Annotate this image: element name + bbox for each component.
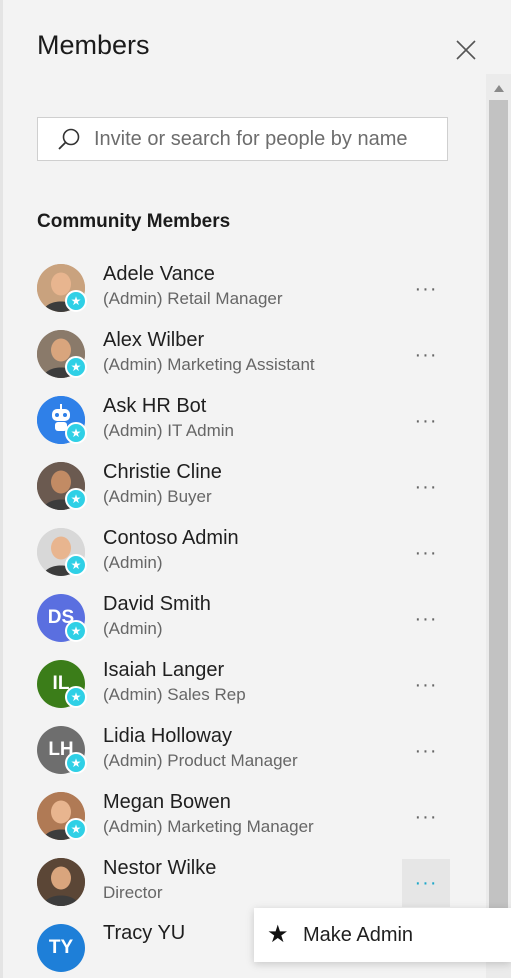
admin-star-icon: ★: [65, 818, 87, 840]
star-icon: ★: [267, 921, 289, 948]
scroll-up-button[interactable]: [486, 78, 511, 98]
member-name: Tracy YU: [103, 922, 186, 944]
admin-star-icon: ★: [65, 752, 87, 774]
member-row[interactable]: DS ★ David Smith (Admin) ···: [37, 592, 451, 646]
section-title: Community Members: [37, 211, 231, 232]
close-button[interactable]: [452, 36, 480, 64]
member-row[interactable]: ★ Christie Cline (Admin) Buyer ···: [37, 460, 451, 514]
panel-left-edge: [0, 0, 3, 978]
admin-star-icon: ★: [65, 356, 87, 378]
admin-star-icon: ★: [65, 422, 87, 444]
profile-photo-icon: [37, 858, 85, 906]
member-row[interactable]: Nestor Wilke Director ···: [37, 856, 451, 910]
member-role: (Admin) Marketing Manager: [103, 817, 314, 836]
search-box[interactable]: [37, 117, 448, 161]
make-admin-menu-item[interactable]: ★ Make Admin: [254, 908, 511, 962]
member-role: (Admin) Buyer: [103, 487, 212, 506]
make-admin-label: Make Admin: [303, 923, 414, 946]
close-icon: [456, 40, 476, 60]
more-options-icon[interactable]: ···: [402, 265, 450, 313]
scrollbar[interactable]: [486, 74, 511, 978]
member-role: (Admin) IT Admin: [103, 421, 235, 440]
admin-star-icon: ★: [65, 686, 87, 708]
page-title: Members: [37, 30, 150, 60]
member-row[interactable]: ★ Contoso Admin (Admin) ···: [37, 526, 451, 580]
search-icon: [56, 126, 82, 152]
member-role: (Admin) Retail Manager: [103, 289, 283, 308]
admin-star-icon: ★: [65, 554, 87, 576]
member-row[interactable]: ★ Ask HR Bot (Admin) IT Admin ···: [37, 394, 451, 448]
member-name: Nestor Wilke: [103, 857, 217, 879]
member-name: Contoso Admin: [103, 527, 239, 549]
member-name: Megan Bowen: [103, 791, 231, 813]
avatar: [37, 858, 85, 906]
search-input[interactable]: [92, 118, 447, 160]
scrollbar-thumb[interactable]: [489, 100, 508, 960]
member-row[interactable]: LH ★ Lidia Holloway (Admin) Product Manager…: [37, 724, 451, 778]
admin-star-icon: ★: [65, 290, 87, 312]
member-row[interactable]: ★ Alex Wilber (Admin) Marketing Assistant ·…: [37, 328, 451, 382]
member-role: Director: [103, 883, 163, 902]
more-options-icon[interactable]: ···: [402, 331, 450, 379]
member-row[interactable]: ★ Adele Vance (Admin) Retail Manager ···: [37, 262, 451, 316]
member-role: (Admin) Product Manager: [103, 751, 298, 770]
more-options-icon[interactable]: ···: [402, 595, 450, 643]
more-options-icon[interactable]: ···: [402, 463, 450, 511]
member-row[interactable]: IL ★ Isaiah Langer (Admin) Sales Rep ···: [37, 658, 451, 712]
member-name: David Smith: [103, 593, 211, 615]
more-options-icon[interactable]: ···: [402, 727, 450, 775]
more-options-icon[interactable]: ···: [402, 397, 450, 445]
member-name: Lidia Holloway: [103, 725, 232, 747]
admin-star-icon: ★: [65, 488, 87, 510]
member-role: (Admin): [103, 553, 163, 572]
member-name: Isaiah Langer: [103, 659, 225, 681]
member-role: (Admin) Sales Rep: [103, 685, 246, 704]
member-name: Ask HR Bot: [103, 395, 207, 417]
member-name: Alex Wilber: [103, 329, 205, 351]
more-options-icon[interactable]: ···: [402, 661, 450, 709]
member-name: Christie Cline: [103, 461, 222, 483]
avatar-initials: TY: [48, 937, 74, 958]
more-options-icon[interactable]: ···: [402, 859, 450, 907]
member-role: (Admin): [103, 619, 163, 638]
member-role: (Admin) Marketing Assistant: [103, 355, 315, 374]
member-row[interactable]: ★ Megan Bowen (Admin) Marketing Manager ···: [37, 790, 451, 844]
admin-star-icon: ★: [65, 620, 87, 642]
more-options-icon[interactable]: ···: [402, 793, 450, 841]
triangle-up-icon: [493, 84, 504, 92]
avatar: TY: [37, 924, 85, 972]
more-options-icon[interactable]: ···: [402, 529, 450, 577]
member-name: Adele Vance: [103, 263, 215, 285]
